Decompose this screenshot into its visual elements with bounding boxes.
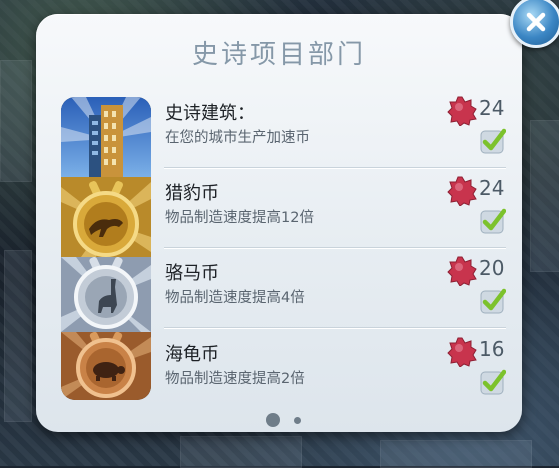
item-title: 海龟币 <box>165 344 219 365</box>
checkmark-icon <box>480 369 506 395</box>
divider <box>164 327 506 328</box>
items-icon-column <box>61 97 151 400</box>
list-item: 史诗建筑： 在您的城市生产加速币 24 <box>165 96 506 159</box>
page-dot-2[interactable] <box>294 417 301 424</box>
list-item: 猎豹币 物品制造速度提高12倍 24 <box>165 176 506 239</box>
item-title: 史诗建筑： <box>165 103 255 124</box>
turtle-coin-icon <box>61 332 151 400</box>
badge-icon <box>447 256 477 286</box>
page-dot-1[interactable] <box>266 413 280 427</box>
item-count: 24 <box>479 96 505 120</box>
item-description: 物品制造速度提高2倍 <box>165 371 305 387</box>
item-title: 骆马币 <box>165 263 219 284</box>
checkmark-icon <box>480 208 506 234</box>
item-count: 20 <box>479 256 505 280</box>
item-description: 物品制造速度提高4倍 <box>165 290 305 306</box>
dialog-title: 史诗项目部门 <box>191 40 366 70</box>
checkmark-icon <box>480 128 506 154</box>
item-description: 物品制造速度提高12倍 <box>165 210 314 226</box>
epic-building-icon <box>61 97 151 181</box>
checkmark-icon <box>480 288 506 314</box>
list-item: 海龟币 物品制造速度提高2倍 16 <box>165 337 506 400</box>
badge-icon <box>447 337 477 367</box>
badge-icon <box>447 96 477 126</box>
item-description: 在您的城市生产加速币 <box>165 130 310 146</box>
item-count: 16 <box>479 337 505 361</box>
llama-coin-icon <box>61 257 151 332</box>
item-title: 猎豹币 <box>165 183 219 204</box>
list-item: 骆马币 物品制造速度提高4倍 20 <box>165 256 506 319</box>
cheetah-coin-icon <box>61 177 151 257</box>
divider <box>164 247 506 248</box>
badge-icon <box>447 176 477 206</box>
item-count: 24 <box>479 176 505 200</box>
close-icon <box>526 12 546 32</box>
close-button[interactable] <box>510 0 559 48</box>
divider <box>164 167 506 168</box>
